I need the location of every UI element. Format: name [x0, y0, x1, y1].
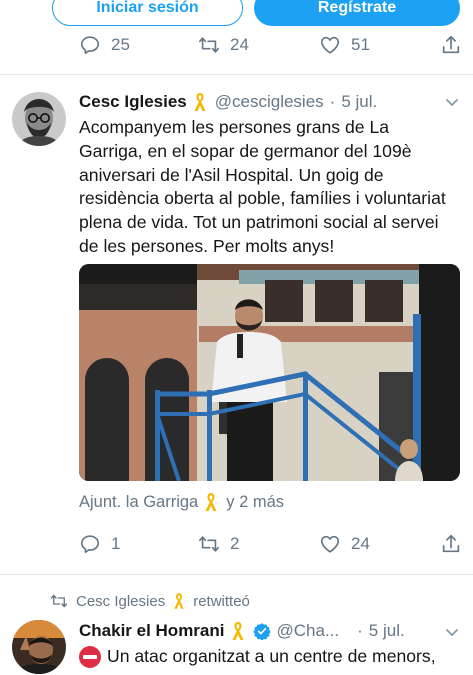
liked-by-name: Ajunt. la Garriga [79, 492, 199, 511]
retweet-button[interactable]: 24 [198, 32, 249, 58]
tweet-header: Cesc Iglesies @cesciglesies · 5 jul. [79, 91, 377, 113]
like-icon [319, 34, 341, 56]
tweet-photo[interactable] [79, 264, 460, 481]
chevron-down-icon[interactable] [445, 628, 459, 638]
separator: · [357, 621, 363, 640]
share-icon [440, 34, 462, 56]
tweet-date[interactable]: 5 jul. [369, 621, 405, 641]
tweet2-text: Un atac organitzat a un centre de menors… [79, 645, 463, 669]
divider [0, 74, 473, 75]
tweet-date[interactable]: 5 jul. [341, 92, 377, 112]
reply-button[interactable]: 1 [79, 531, 120, 557]
verified-icon [252, 623, 271, 640]
author-name[interactable]: Cesc Iglesies [79, 92, 187, 112]
retweet-notice[interactable]: Cesc Iglesies retwitteó [50, 592, 250, 610]
author-handle[interactable]: @Cha... [277, 621, 340, 641]
divider [0, 574, 473, 575]
avatar[interactable] [12, 92, 66, 146]
reply-icon [79, 34, 101, 56]
auth-bar: Iniciar sesión Regístrate [0, 0, 473, 34]
like-button[interactable]: 24 [319, 531, 370, 557]
retweet-icon [50, 592, 68, 610]
avatar[interactable] [12, 620, 66, 674]
retweet-count: 24 [230, 35, 249, 54]
like-count: 51 [351, 35, 370, 54]
share-button[interactable] [440, 32, 462, 58]
retweeter-name: Cesc Iglesies [76, 592, 166, 610]
share-icon [440, 533, 462, 555]
liked-by[interactable]: Ajunt. la Garriga y 2 más [79, 492, 284, 512]
signup-button[interactable]: Regístrate [254, 0, 460, 26]
reply-count: 25 [111, 35, 130, 54]
tweet2-text-line: Un atac organitzat a un centre de menors… [107, 646, 436, 666]
tweet2-header: Chakir el Homrani @Cha... · 5 jul. [79, 620, 405, 642]
prev-tweet-actions: 25 24 51 [0, 32, 473, 58]
yellow-ribbon-icon [204, 492, 218, 512]
no-entry-icon [79, 646, 101, 668]
retweet-icon [198, 533, 220, 555]
reply-button[interactable]: 25 [79, 32, 130, 58]
tweet-text: Acompanyem les persones grans de La Garr… [79, 117, 446, 256]
retweet-action: retwitteó [193, 592, 250, 610]
login-button[interactable]: Iniciar sesión [52, 0, 243, 26]
reply-icon [79, 533, 101, 555]
reply-count: 1 [111, 534, 121, 553]
yellow-ribbon-icon [173, 592, 185, 610]
liked-by-more: y 2 más [226, 492, 285, 511]
yellow-ribbon-icon [231, 621, 245, 641]
chevron-down-icon[interactable] [445, 98, 459, 108]
author-name[interactable]: Chakir el Homrani [79, 621, 225, 641]
share-button[interactable] [440, 531, 462, 557]
like-count: 24 [351, 534, 370, 553]
author-handle[interactable]: @cesciglesies [215, 92, 324, 112]
separator: · [329, 92, 336, 111]
like-icon [319, 533, 341, 555]
retweet-icon [198, 34, 220, 56]
retweet-button[interactable]: 2 [198, 531, 239, 557]
retweet-count: 2 [230, 534, 240, 553]
yellow-ribbon-icon [193, 92, 207, 112]
like-button[interactable]: 51 [319, 32, 370, 58]
tweet-actions: 1 2 24 [0, 531, 473, 557]
